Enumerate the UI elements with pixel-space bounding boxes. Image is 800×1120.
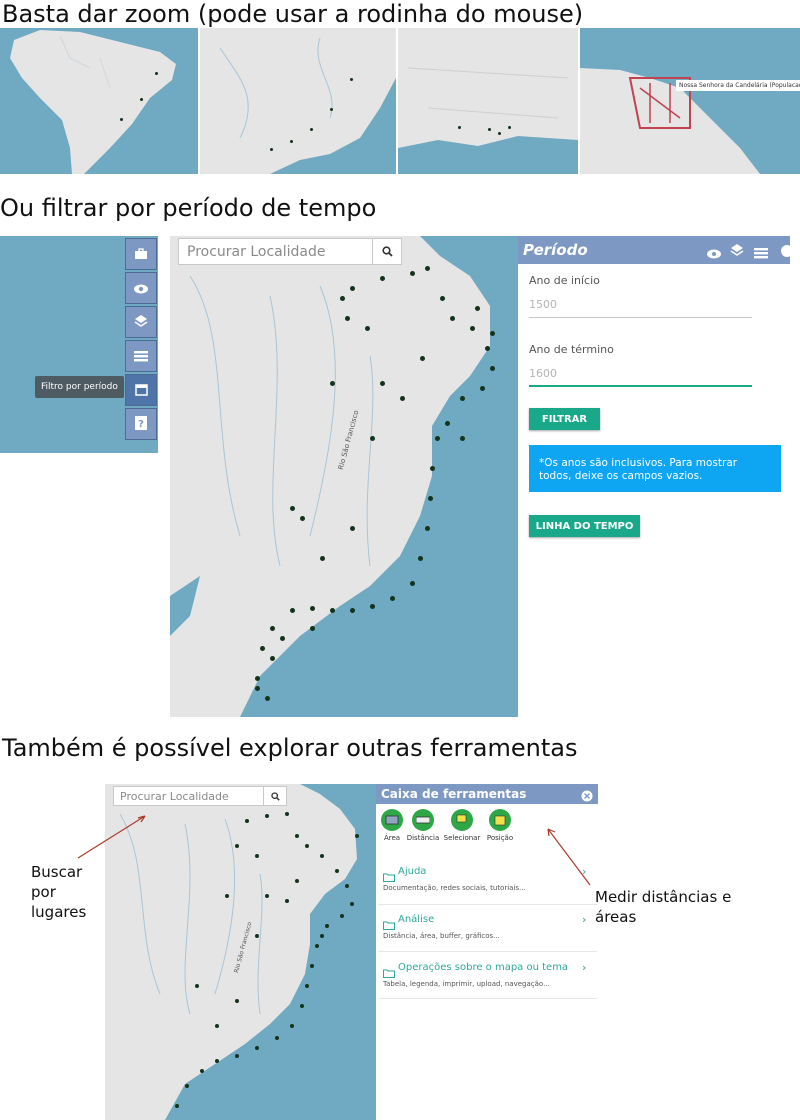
- annotation-arrows: [77, 815, 591, 886]
